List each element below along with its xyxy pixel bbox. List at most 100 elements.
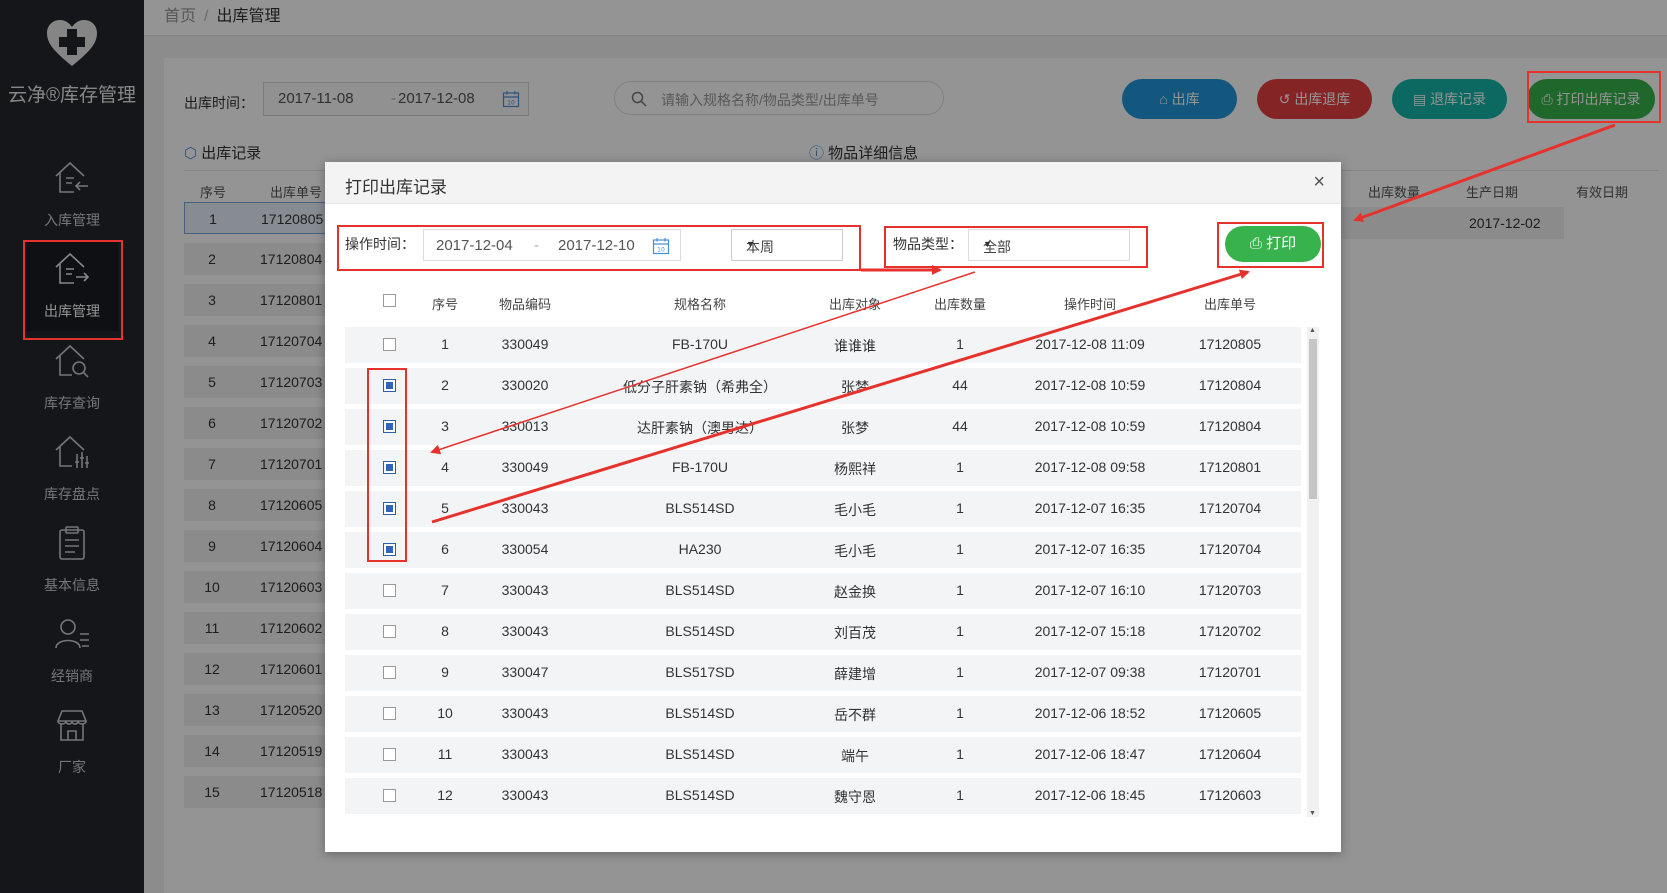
cell-code: 330054: [501, 541, 549, 557]
annotation-box-type-filter: [884, 226, 1148, 268]
cell-order: 17120603: [1198, 787, 1262, 803]
column-header: 出库对象: [828, 297, 881, 312]
cell-target: 张梦: [841, 420, 869, 436]
column-header: 操作时间: [1063, 297, 1116, 312]
cell-qty: 1: [956, 582, 964, 598]
table-row[interactable]: 12 330043 BLS514SD 魏守恩 1 2017-12-06 18:45 1712…: [345, 778, 1301, 814]
row-checkbox[interactable]: [383, 707, 396, 720]
cell-order: 17120704: [1198, 500, 1262, 516]
cell-n: 8: [441, 623, 449, 639]
cell-spec: BLS514SD: [665, 787, 735, 803]
table-header: 序号 物品编码 规格名称 出库对象 出库数量 操作时间 出库单号: [345, 282, 1305, 320]
cell-spec: BLS517SD: [665, 664, 735, 680]
cell-code: 330043: [501, 500, 549, 516]
cell-spec: BLS514SD: [665, 705, 735, 721]
cell-target: 薛建增: [834, 666, 876, 682]
cell-n: 5: [441, 500, 449, 516]
table-row[interactable]: 10 330043 BLS514SD 岳不群 1 2017-12-06 18:52 1712…: [345, 696, 1301, 732]
cell-spec: FB-170U: [671, 336, 729, 352]
cell-code: 330013: [501, 418, 549, 434]
scroll-down-icon[interactable]: ▼: [1309, 810, 1316, 817]
column-header: 出库数量: [933, 297, 986, 312]
cell-n: 4: [441, 459, 449, 475]
cell-time: 2017-12-08 09:58: [1034, 459, 1146, 475]
table-row[interactable]: 7 330043 BLS514SD 赵金换 1 2017-12-07 16:10 17120…: [345, 573, 1301, 609]
cell-qty: 44: [952, 418, 968, 434]
cell-n: 1: [441, 336, 449, 352]
column-header: 物品编码: [498, 297, 551, 312]
cell-qty: 44: [952, 377, 968, 393]
cell-time: 2017-12-07 15:18: [1034, 623, 1146, 639]
cell-time: 2017-12-08 10:59: [1034, 418, 1146, 434]
annotation-box-print-button: [1217, 222, 1324, 268]
cell-code: 330043: [501, 787, 549, 803]
cell-n: 9: [441, 664, 449, 680]
cell-order: 17120804: [1198, 418, 1262, 434]
scroll-up-icon[interactable]: ▲: [1309, 327, 1316, 334]
row-checkbox[interactable]: [383, 625, 396, 638]
table-row[interactable]: 3 330013 达肝素钠（澳男达） 张梦 44 2017-12-08 10:59 1712…: [345, 409, 1301, 445]
row-checkbox[interactable]: [383, 748, 396, 761]
cell-qty: 1: [956, 336, 964, 352]
cell-target: 端午: [841, 748, 869, 764]
close-icon[interactable]: ×: [1313, 172, 1325, 192]
table-row[interactable]: 11 330043 BLS514SD 端午 1 2017-12-06 18:47 17120…: [345, 737, 1301, 773]
cell-qty: 1: [956, 664, 964, 680]
cell-code: 330043: [501, 746, 549, 762]
cell-time: 2017-12-07 16:35: [1034, 541, 1146, 557]
table-row[interactable]: 5 330043 BLS514SD 毛小毛 1 2017-12-07 16:35 17120…: [345, 491, 1301, 527]
table-row[interactable]: 9 330047 BLS517SD 薛建增 1 2017-12-07 09:38 17120…: [345, 655, 1301, 691]
cell-code: 330043: [501, 705, 549, 721]
cell-order: 17120804: [1198, 377, 1262, 393]
select-all-checkbox[interactable]: [383, 294, 396, 307]
table-row[interactable]: 1 330049 FB-170U 谁谁谁 1 2017-12-08 11:09 171208…: [345, 327, 1301, 363]
cell-qty: 1: [956, 746, 964, 762]
cell-code: 330020: [501, 377, 549, 393]
cell-n: 10: [437, 705, 453, 721]
cell-n: 11: [437, 746, 453, 762]
table-row[interactable]: 4 330049 FB-170U 杨熙祥 1 2017-12-08 09:58 171208…: [345, 450, 1301, 486]
cell-target: 毛小毛: [834, 543, 876, 559]
cell-target: 杨熙祥: [834, 461, 876, 477]
cell-time: 2017-12-06 18:45: [1034, 787, 1146, 803]
row-checkbox[interactable]: [383, 338, 396, 351]
dialog-title: 打印出库记录: [345, 178, 447, 197]
row-checkbox[interactable]: [383, 789, 396, 802]
cell-code: 330043: [501, 582, 549, 598]
table-row[interactable]: 8 330043 BLS514SD 刘百茂 1 2017-12-07 15:18 17120…: [345, 614, 1301, 650]
cell-time: 2017-12-08 10:59: [1034, 377, 1146, 393]
cell-qty: 1: [956, 623, 964, 639]
row-checkbox[interactable]: [383, 666, 396, 679]
cell-spec: HA230: [678, 541, 722, 557]
cell-target: 谁谁谁: [834, 338, 876, 354]
column-header: 序号: [431, 297, 458, 312]
scrollbar-thumb[interactable]: [1309, 339, 1317, 499]
annotation-box-outbound-nav: [23, 240, 123, 340]
cell-n: 3: [441, 418, 449, 434]
cell-code: 330049: [501, 336, 549, 352]
cell-order: 17120704: [1198, 541, 1262, 557]
annotation-box-print-records: [1527, 71, 1661, 123]
table-row[interactable]: 6 330054 HA230 毛小毛 1 2017-12-07 16:35 17120704: [345, 532, 1301, 568]
scrollbar[interactable]: ▲ ▼: [1307, 327, 1319, 817]
cell-order: 17120701: [1198, 664, 1262, 680]
cell-order: 17120805: [1198, 336, 1262, 352]
row-checkbox[interactable]: [383, 584, 396, 597]
cell-n: 12: [437, 787, 453, 803]
cell-qty: 1: [956, 459, 964, 475]
cell-target: 张梦: [841, 379, 869, 395]
cell-time: 2017-12-07 16:10: [1034, 582, 1146, 598]
cell-target: 毛小毛: [834, 502, 876, 518]
cell-spec: FB-170U: [671, 459, 729, 475]
cell-time: 2017-12-08 11:09: [1035, 336, 1145, 352]
annotation-box-checkboxes: [367, 368, 407, 562]
cell-target: 魏守恩: [834, 789, 876, 805]
cell-order: 17120801: [1198, 459, 1262, 475]
cell-n: 2: [441, 377, 449, 393]
cell-spec: BLS514SD: [665, 500, 735, 516]
cell-order: 17120604: [1198, 746, 1262, 762]
table-row[interactable]: 2 330020 低分子肝素钠（希弗全） 张梦 44 2017-12-08 10:59 17…: [345, 368, 1301, 404]
column-header: 规格名称: [673, 297, 726, 312]
annotation-box-time-filter: [337, 225, 861, 271]
cell-order: 17120605: [1198, 705, 1262, 721]
